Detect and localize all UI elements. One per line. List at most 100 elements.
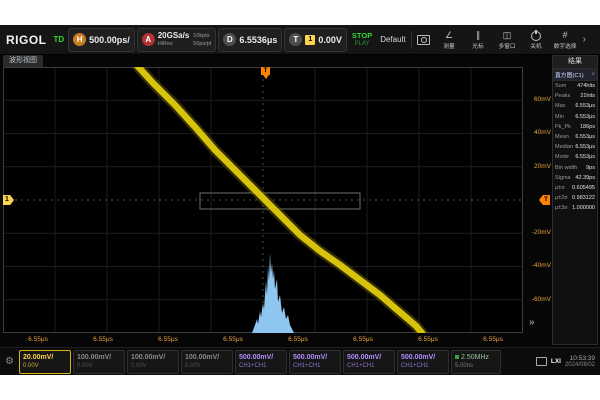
ch3-offset: 0.00V xyxy=(131,362,175,371)
delay-control[interactable]: D 6.5536μs xyxy=(218,28,282,52)
close-icon[interactable]: × xyxy=(591,72,595,78)
trigger-control[interactable]: T 1 0.00V xyxy=(284,28,347,52)
default-button[interactable]: Default xyxy=(377,28,408,52)
trigger-level-marker[interactable]: T xyxy=(539,195,550,205)
math4-expr: CH1+CH1 xyxy=(401,362,445,371)
trigger-source-badge: 1 xyxy=(305,35,315,45)
measure-label: 测量 xyxy=(443,41,454,50)
cursor-icon: ∥ xyxy=(476,30,481,41)
t-axis-label: 6.55μs xyxy=(211,335,255,344)
digital-select-button[interactable]: # 数字选择 xyxy=(552,27,579,53)
v-axis-label: 40mV xyxy=(524,129,551,137)
run-stop-button[interactable]: STOP PLAY xyxy=(349,28,375,52)
digital-select-icon: # xyxy=(563,30,568,41)
histogram-range-box[interactable] xyxy=(200,193,360,209)
bottom-status-bar: ⚙ 20.00mV/ 0.00V 100.00mV/ 0.00V 100.00m… xyxy=(0,347,600,375)
stat-row-max: Max6.553μs xyxy=(553,101,597,111)
ch1-offset: 0.00V xyxy=(23,362,67,371)
ch4-scale: 100.00mV/ xyxy=(185,353,229,362)
ch3-scale: 100.00mV/ xyxy=(131,353,175,362)
math3-scale: 500.00mV/ xyxy=(347,353,391,362)
t-axis-label: 6.55μs xyxy=(406,335,450,344)
stat-row-mu2sigma: μ±2σ0.983122 xyxy=(553,193,597,203)
results-title: 结果 xyxy=(553,56,597,69)
run-state-label: STOP xyxy=(352,31,372,40)
measure-button[interactable]: ∠ 测量 xyxy=(436,27,463,53)
histogram-section-label: 直方图(C1) xyxy=(555,70,584,79)
stat-row-pkpk: Pk_Pk186ps xyxy=(553,122,597,132)
v-axis-label: -20mV xyxy=(524,229,551,237)
power-off-button[interactable]: 关机 xyxy=(523,27,550,53)
lan-icon xyxy=(536,357,547,366)
system-time: 10:53:39 xyxy=(570,355,595,362)
stat-row-mu1sigma: μ±σ0.605495 xyxy=(553,183,597,193)
mode-badge: TD xyxy=(52,35,67,44)
v-axis-label: -60mV xyxy=(524,296,551,304)
ch2-offset: 0.00V xyxy=(77,362,121,371)
channel-box-ch1[interactable]: 20.00mV/ 0.00V xyxy=(19,350,71,374)
counter-box[interactable]: 2.50MHz 5.00ns xyxy=(451,350,501,374)
screenshot-button[interactable] xyxy=(414,28,434,52)
multi-window-button[interactable]: ◫ 多窗口 xyxy=(494,27,521,53)
math2-scale: 500.00mV/ xyxy=(293,353,337,362)
h-knob-icon[interactable]: H xyxy=(73,33,86,46)
horizontal-scale: 500.00ps/ xyxy=(89,35,130,45)
math-box-math4[interactable]: 500.00mV/ CH1+CH1 xyxy=(397,350,449,374)
cursor-label: 光标 xyxy=(472,41,483,50)
clock[interactable]: 10:53:39 2024/08/02 xyxy=(565,355,595,369)
v-axis-label: -40mV xyxy=(524,262,551,270)
toolbar-more-chevron-icon[interactable]: › xyxy=(581,34,588,45)
t-axis-label: 6.55μs xyxy=(146,335,190,344)
acquire-knob-icon[interactable]: A xyxy=(142,33,155,46)
t-axis-label: 6.55μs xyxy=(276,335,320,344)
ch1-trace xyxy=(133,67,424,333)
results-panel: 结果 直方图(C1) × Sum474hits Peaks21hits Max6… xyxy=(552,55,598,345)
trigger-level: 0.00V xyxy=(318,35,342,45)
camera-icon xyxy=(417,35,430,45)
acquisition-control[interactable]: A 20GSa/s 10kpts HiRes 50ps/pt xyxy=(137,28,217,52)
delay-knob-icon[interactable]: D xyxy=(223,33,236,46)
math2-expr: CH1+CH1 xyxy=(293,362,337,371)
math4-scale: 500.00mV/ xyxy=(401,353,445,362)
stat-row-sigma: Sigma42.39ps xyxy=(553,173,597,183)
ch4-offset: 0.00V xyxy=(185,362,229,371)
stat-row-mode: Mode6.553μs xyxy=(553,152,597,162)
ch1-scale: 20.00mV/ xyxy=(23,353,67,362)
cursor-button[interactable]: ∥ 光标 xyxy=(465,27,492,53)
counter-period: 5.00ns xyxy=(455,362,497,371)
stat-row-peaks: Peaks21hits xyxy=(553,91,597,101)
stat-row-min: Min6.553μs xyxy=(553,112,597,122)
trigger-position-marker[interactable]: T xyxy=(261,67,270,75)
math-box-math3[interactable]: 500.00mV/ CH1+CH1 xyxy=(343,350,395,374)
t-axis-label: 6.55μs xyxy=(16,335,60,344)
t-axis-label: 6.55μs xyxy=(341,335,385,344)
channel-box-ch2[interactable]: 100.00mV/ 0.00V xyxy=(73,350,125,374)
windows-icon: ◫ xyxy=(503,30,512,41)
horizontal-control[interactable]: H 500.00ps/ xyxy=(68,28,135,52)
power-off-label: 关机 xyxy=(530,41,541,50)
channel-box-ch3[interactable]: 100.00mV/ 0.00V xyxy=(127,350,179,374)
channel-box-ch4[interactable]: 100.00mV/ 0.00V xyxy=(181,350,233,374)
acquire-mode: HiRes xyxy=(158,40,190,48)
results-section-header[interactable]: 直方图(C1) × xyxy=(553,69,597,81)
system-date: 2024/08/02 xyxy=(565,362,595,369)
toolbar: RIGOL TD H 500.00ps/ A 20GSa/s 10kpts Hi… xyxy=(0,25,600,55)
system-status: LXI 10:53:39 2024/08/02 xyxy=(536,355,598,369)
play-state-label: PLAY xyxy=(355,40,370,49)
page: RIGOL TD H 500.00ps/ A 20GSa/s 10kpts Hi… xyxy=(0,0,600,400)
math-box-math1[interactable]: 500.00mV/ CH1+CH1 xyxy=(235,350,287,374)
sample-rate: 20GSa/s xyxy=(158,32,190,40)
toolbar-divider xyxy=(411,31,412,49)
math-box-math2[interactable]: 500.00mV/ CH1+CH1 xyxy=(289,350,341,374)
tab-waveform-view[interactable]: 波形视图 xyxy=(3,55,43,67)
stat-row-sum: Sum474hits xyxy=(553,81,597,91)
side-menu-toggle[interactable]: » xyxy=(529,317,535,328)
memory-depth: 10kpts xyxy=(193,32,211,40)
waveform-grid[interactable] xyxy=(3,67,523,333)
delay-value: 6.5536μs xyxy=(239,35,277,45)
gear-icon[interactable]: ⚙ xyxy=(2,356,17,367)
acquisition-info: 20GSa/s 10kpts HiRes 50ps/pt xyxy=(158,32,212,48)
measure-icon: ∠ xyxy=(445,30,453,41)
trigger-knob-icon[interactable]: T xyxy=(289,33,302,46)
counter-frequency: 2.50MHz xyxy=(455,353,497,362)
